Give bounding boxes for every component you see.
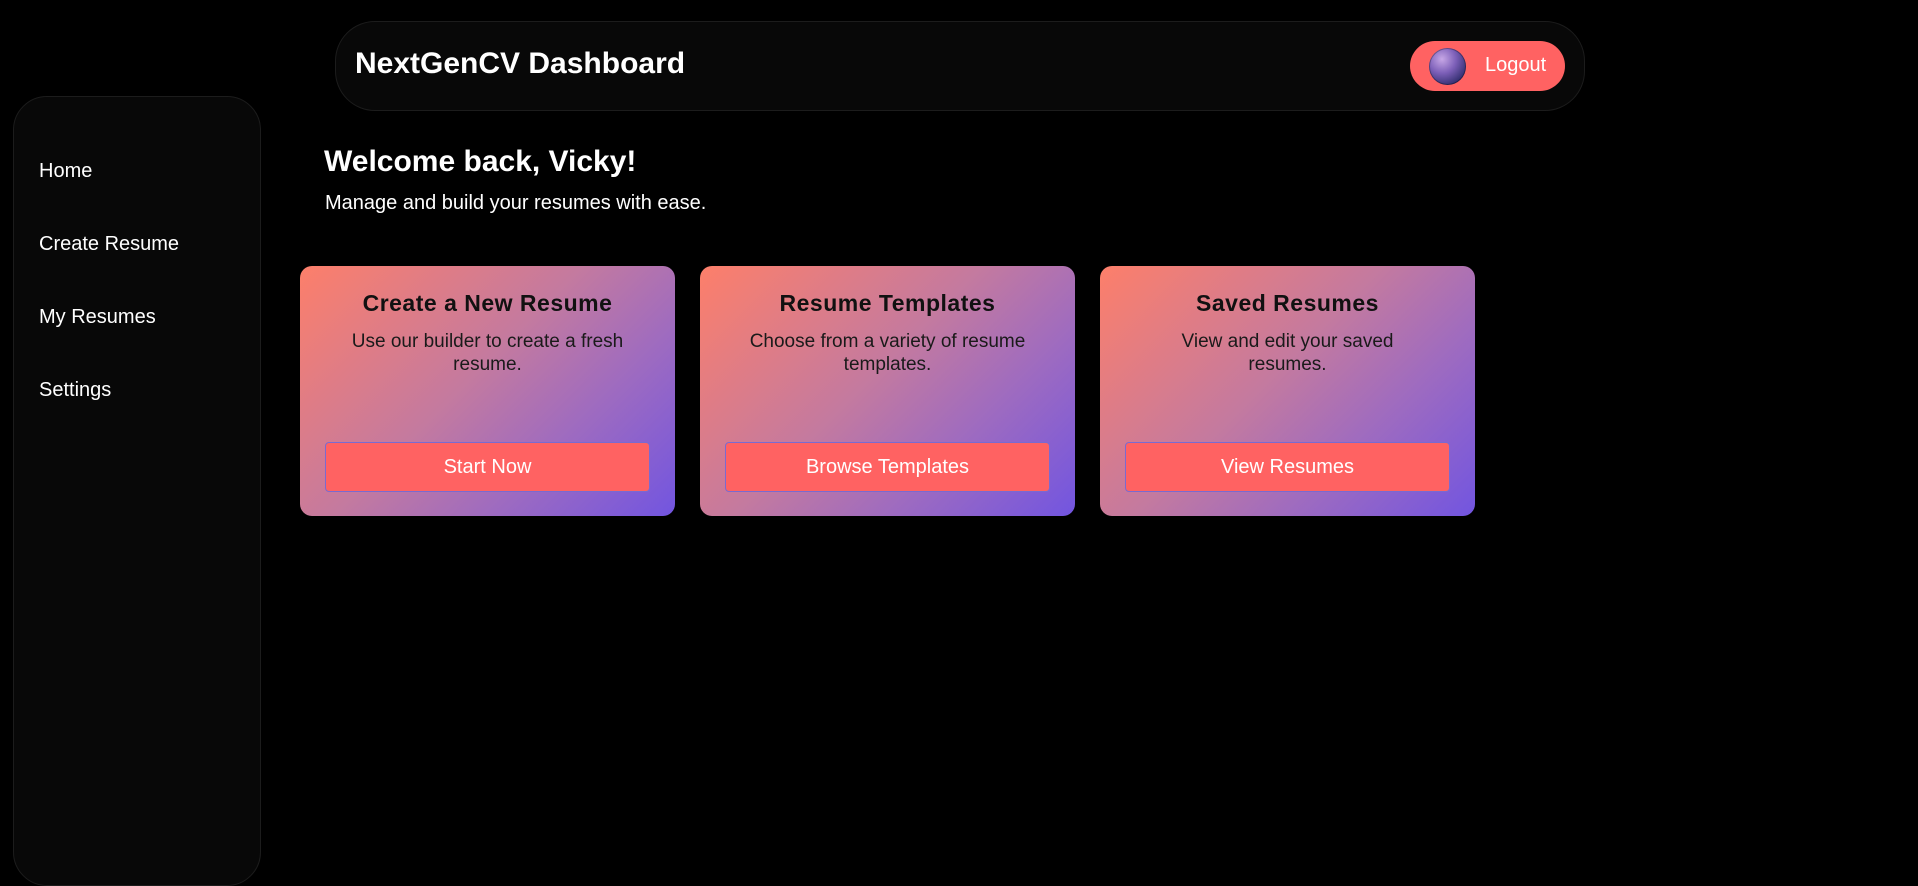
avatar [1429,48,1466,85]
card-description: Use our builder to create a fresh resume… [351,331,624,375]
card-description: View and edit your saved resumes. [1181,331,1394,375]
top-header: NextGenCV Dashboard Logout [335,21,1585,111]
card-description: Choose from a variety of resume template… [749,331,1026,375]
card-title: Saved Resumes [1196,290,1379,316]
card-create-new-resume: Create a New Resume Use our builder to c… [300,266,675,516]
browse-templates-button[interactable]: Browse Templates [725,442,1050,492]
card-resume-templates: Resume Templates Choose from a variety o… [700,266,1075,516]
logout-button[interactable]: Logout [1410,41,1565,91]
sidebar-item-create-resume[interactable]: Create Resume [39,233,179,256]
sidebar: Home Create Resume My Resumes Settings [13,96,261,886]
start-now-button[interactable]: Start Now [325,442,650,492]
card-title: Resume Templates [779,290,996,316]
card-saved-resumes: Saved Resumes View and edit your saved r… [1100,266,1475,516]
card-title: Create a New Resume [362,290,613,316]
welcome-subtitle: Manage and build your resumes with ease. [325,192,707,214]
view-resumes-button[interactable]: View Resumes [1125,442,1450,492]
welcome-heading: Welcome back, Vicky! [324,145,637,178]
app-title: NextGenCV Dashboard [355,47,686,80]
sidebar-item-my-resumes[interactable]: My Resumes [39,306,156,329]
sidebar-item-home[interactable]: Home [39,160,92,183]
logout-label: Logout [1485,54,1547,76]
sidebar-item-settings[interactable]: Settings [39,379,111,402]
